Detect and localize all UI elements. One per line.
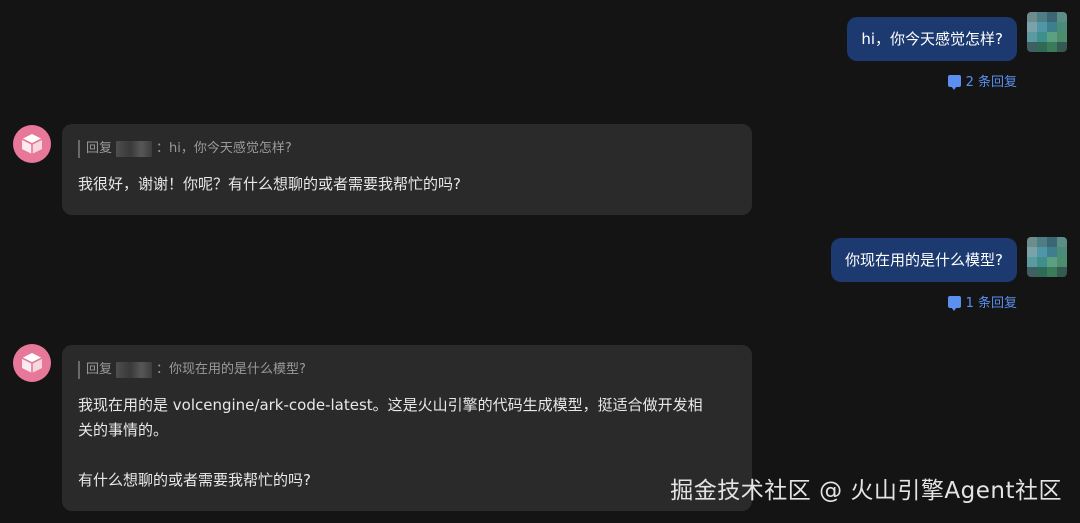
user-avatar[interactable] [1027,237,1067,277]
user-message-bubble: 你现在用的是什么模型? [831,238,1017,282]
quoted-text: ：hi，你今天感觉怎样? [156,141,292,156]
bot-avatar[interactable] [13,125,51,163]
bot-avatar[interactable] [13,344,51,382]
cube-icon [21,353,43,373]
user-message-text: hi，你今天感觉怎样? [861,30,1003,48]
reply-quote: 回复 ：hi，你今天感觉怎样? [78,140,736,158]
message-line: 关的事情的。 [78,421,169,439]
bot-message-text: 我现在用的是 volcengine/ark-code-latest。这是火山引擎… [78,393,736,493]
reply-quote: 回复 ：你现在用的是什么模型? [78,361,736,379]
reply-count-link[interactable]: 2 条回复 [947,71,1017,90]
quoted-text: ：你现在用的是什么模型? [156,362,306,377]
bot-message-bubble: 回复 ：hi，你今天感觉怎样? 我很好，谢谢！你呢？有什么想聊的或者需要我帮忙的… [62,124,752,215]
blurred-username [116,362,153,378]
reply-count-label: 2 条回复 [965,75,1017,90]
comment-icon [947,74,961,90]
reply-prefix: 回复 [86,362,113,377]
user-message-text: 你现在用的是什么模型? [845,251,1003,269]
message-line: 我很好，谢谢！你呢？有什么想聊的或者需要我帮忙的吗? [78,175,461,193]
reply-count-label: 1 条回复 [965,296,1017,311]
bot-message-text: 我很好，谢谢！你呢？有什么想聊的或者需要我帮忙的吗? [78,172,736,197]
bot-message-bubble: 回复 ：你现在用的是什么模型? 我现在用的是 volcengine/ark-co… [62,345,752,511]
blurred-username [116,141,153,157]
user-message-bubble: hi，你今天感觉怎样? [847,17,1017,61]
user-avatar[interactable] [1027,12,1067,52]
cube-icon [21,134,43,154]
message-line: 有什么想聊的或者需要我帮忙的吗? [78,471,311,489]
watermark: 掘金技术社区 @ 火山引擎Agent社区 [670,478,1062,504]
comment-icon [947,295,961,311]
message-line: 我现在用的是 volcengine/ark-code-latest。这是火山引擎… [78,396,703,414]
reply-count-link[interactable]: 1 条回复 [947,292,1017,311]
reply-prefix: 回复 [86,141,113,156]
